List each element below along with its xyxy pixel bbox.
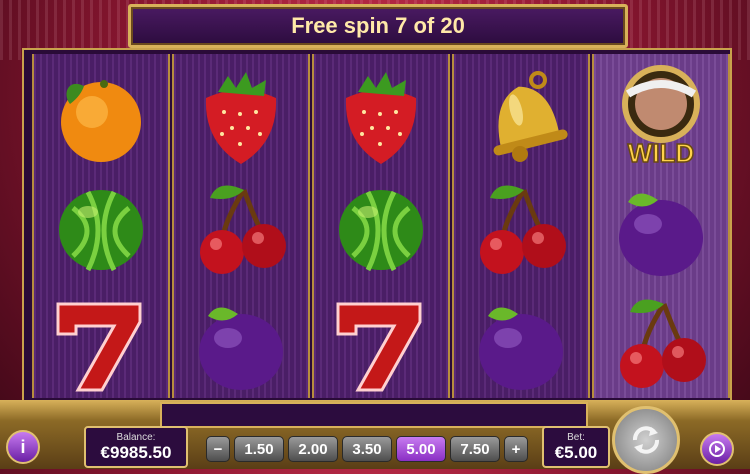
plum-icon bbox=[174, 286, 308, 400]
info-label: i bbox=[20, 436, 26, 457]
bet-decrease-button[interactable]: − bbox=[206, 436, 230, 462]
seven-icon bbox=[34, 286, 168, 400]
message-strip bbox=[160, 402, 588, 428]
bet-option-1[interactable]: 1.50 bbox=[234, 436, 284, 462]
strawberry-icon bbox=[174, 58, 308, 172]
balance-value: €9985.50 bbox=[100, 443, 172, 462]
wild-icon: WILD bbox=[594, 58, 728, 172]
orange-icon bbox=[34, 58, 168, 172]
plum-icon bbox=[594, 172, 728, 286]
autoplay-icon bbox=[709, 441, 725, 457]
bet-increase-button[interactable]: + bbox=[504, 436, 528, 462]
bet-label: Bet: bbox=[567, 432, 585, 443]
bet-option-5[interactable]: 7.50 bbox=[450, 436, 500, 462]
bet-panel: Bet: €5.00 bbox=[542, 426, 610, 468]
cherry-icon bbox=[174, 172, 308, 286]
reel-area: WILD bbox=[22, 48, 732, 404]
game-screen: Free spin 7 of 20 WILD i Balance: €9985.… bbox=[0, 0, 750, 474]
reel-1 bbox=[32, 54, 170, 398]
plum-icon bbox=[454, 286, 588, 400]
seven-icon bbox=[314, 286, 448, 400]
spin-button[interactable] bbox=[612, 406, 680, 474]
bet-value: €5.00 bbox=[554, 443, 598, 462]
free-spin-banner: Free spin 7 of 20 bbox=[128, 4, 628, 48]
autoplay-button[interactable] bbox=[700, 432, 734, 466]
balance-panel: Balance: €9985.50 bbox=[84, 426, 188, 468]
bet-option-3[interactable]: 3.50 bbox=[342, 436, 392, 462]
free-spin-text: Free spin 7 of 20 bbox=[291, 13, 465, 38]
reel-3 bbox=[312, 54, 450, 398]
balance-label: Balance: bbox=[116, 432, 156, 443]
wild-label: WILD bbox=[628, 138, 694, 168]
reel-2 bbox=[172, 54, 310, 398]
bet-option-4-selected[interactable]: 5.00 bbox=[396, 436, 446, 462]
reel-4 bbox=[452, 54, 590, 398]
reel-5: WILD bbox=[592, 54, 730, 398]
info-button[interactable]: i bbox=[6, 430, 40, 464]
watermelon-icon bbox=[314, 172, 448, 286]
bet-option-2[interactable]: 2.00 bbox=[288, 436, 338, 462]
strawberry-icon bbox=[314, 58, 448, 172]
watermelon-icon bbox=[34, 172, 168, 286]
bell-icon bbox=[454, 58, 588, 172]
spin-arrows-icon bbox=[633, 426, 659, 454]
cherry-icon bbox=[454, 172, 588, 286]
cherry-icon bbox=[594, 286, 728, 400]
